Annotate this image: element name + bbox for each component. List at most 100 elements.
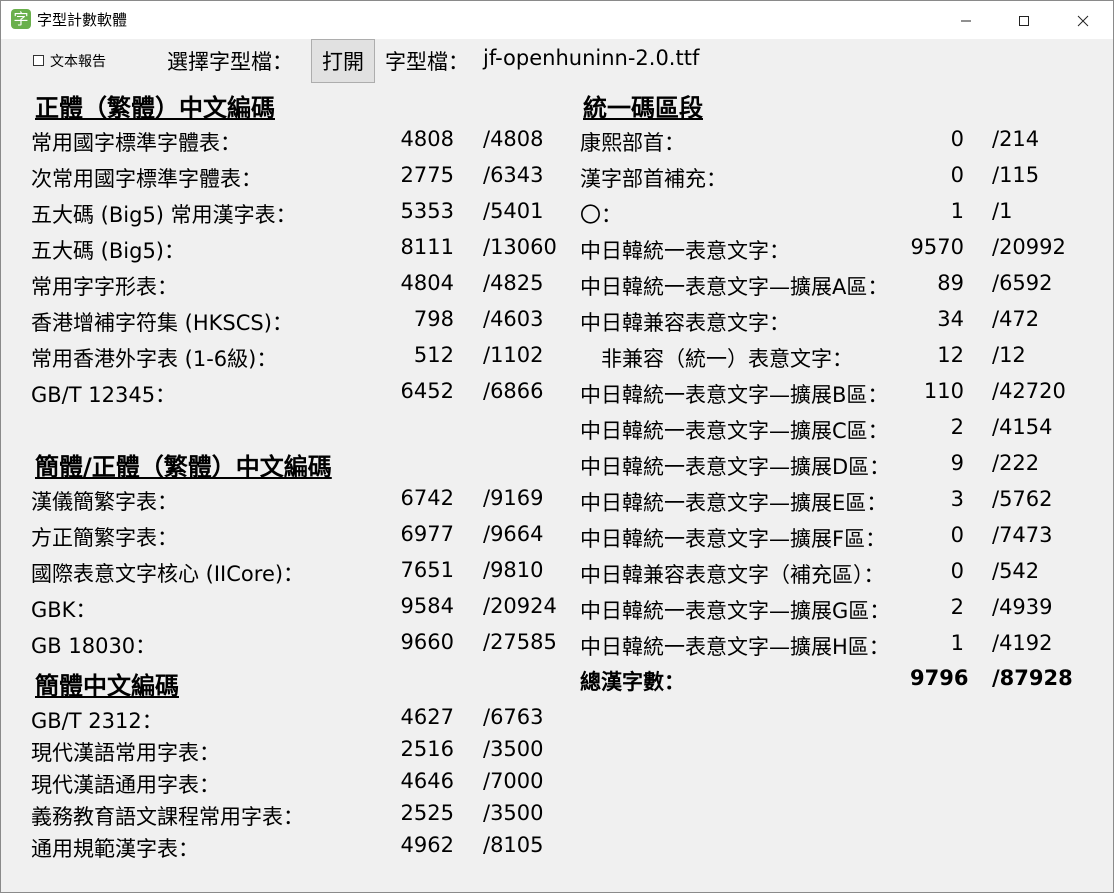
item-count: 34 — [937, 307, 964, 331]
item-count: 0 — [950, 559, 964, 583]
list-item: 香港增補字符集 (HKSCS)： 798/4603 — [31, 307, 571, 337]
item-count: 1 — [950, 199, 964, 223]
item-total: /7473 — [992, 523, 1053, 547]
item-count: 110 — [923, 379, 964, 403]
item-label: 中日韓兼容表意文字（補充區）： — [580, 563, 885, 587]
list-item: 〇： 1/1 — [580, 199, 1114, 229]
item-count: 0 — [950, 127, 964, 151]
item-label: 中日韓統一表意文字—擴展C區： — [580, 419, 889, 443]
item-total: /42720 — [992, 379, 1066, 403]
maximize-icon — [1019, 15, 1029, 26]
list-item: 漢儀簡繁字表： 6742/9169 — [31, 486, 571, 516]
item-total: /12 — [992, 343, 1026, 367]
item-count: 2516 — [400, 737, 454, 761]
list-item: 中日韓統一表意文字—擴展E區： 3/5762 — [580, 487, 1114, 517]
item-label: GB/T 2312： — [31, 709, 163, 733]
minimize-button[interactable] — [943, 1, 989, 39]
list-item: 常用香港外字表 (1-6級)： 512/1102 — [31, 343, 571, 373]
app-window: 字 字型計數軟體 文本報告 選擇字型檔： 打開 字型檔： jf-openhuni… — [0, 0, 1114, 893]
font-file-label: 字型檔： — [385, 50, 469, 74]
item-total: /4808 — [483, 127, 544, 151]
item-label: 常用香港外字表 (1-6級)： — [31, 347, 278, 371]
item-total: /4154 — [992, 415, 1053, 439]
item-total: /8105 — [483, 833, 544, 857]
item-count: 0 — [950, 523, 964, 547]
item-count: 4627 — [400, 705, 454, 729]
item-label: 現代漢語常用字表： — [31, 741, 220, 765]
item-count: 9584 — [400, 594, 454, 618]
open-button[interactable]: 打開 — [311, 39, 375, 83]
list-item: 漢字部首補充： 0/115 — [580, 163, 1114, 193]
item-total: /4939 — [992, 595, 1053, 619]
item-total: /1 — [992, 199, 1013, 223]
item-total: /6592 — [992, 271, 1053, 295]
item-total: /9810 — [483, 558, 544, 582]
item-total: /222 — [992, 451, 1040, 475]
item-label: 中日韓統一表意文字—擴展B區： — [580, 383, 889, 407]
font-file-name: jf-openhuninn-2.0.ttf — [483, 46, 700, 70]
list-item: 中日韓統一表意文字—擴展A區： 89/6592 — [580, 271, 1114, 301]
item-total: /6343 — [483, 163, 544, 187]
summary-row: 總漢字數： 9796 /87928 — [580, 666, 1080, 696]
list-item: GB/T 2312： 4627/6763 — [31, 705, 571, 735]
section-title-simp-trad: 簡體/正體（繁體）中文編碼 — [35, 453, 332, 481]
section-title-traditional: 正體（繁體）中文編碼 — [35, 94, 275, 122]
list-item: 次常用國字標準字體表： 2775/6343 — [31, 163, 571, 193]
item-label: GB/T 12345： — [31, 383, 177, 407]
list-item: 中日韓統一表意文字—擴展H區： 1/4192 — [580, 631, 1114, 661]
item-label: 〇： — [580, 203, 622, 227]
list-item: 五大碼 (Big5)： 8111/13060 — [31, 235, 571, 265]
item-total: /214 — [992, 127, 1040, 151]
item-count: 4962 — [400, 833, 454, 857]
item-count: 8111 — [400, 235, 454, 259]
summary-label: 總漢字數： — [580, 670, 685, 694]
list-item: 非兼容（統一）表意文字： 12/12 — [580, 343, 1114, 373]
item-total: /542 — [992, 559, 1040, 583]
section-title-simplified: 簡體中文編碼 — [35, 672, 179, 700]
item-total: /5401 — [483, 199, 544, 223]
item-count: 798 — [413, 307, 454, 331]
item-total: /7000 — [483, 769, 544, 793]
item-label: 方正簡繁字表： — [31, 526, 178, 550]
summary-total: /87928 — [992, 666, 1073, 690]
item-label: 漢字部首補充： — [580, 167, 727, 191]
item-total: /9664 — [483, 522, 544, 546]
list-item: 中日韓統一表意文字—擴展B區： 110/42720 — [580, 379, 1114, 409]
list-item: 現代漢語常用字表： 2516/3500 — [31, 737, 571, 767]
item-label: 香港增補字符集 (HKSCS)： — [31, 311, 293, 335]
list-item: 常用國字標準字體表： 4808/4808 — [31, 127, 571, 157]
list-item: 義務教育語文課程常用字表： 2525/3500 — [31, 801, 571, 831]
list-item: 現代漢語通用字表： 4646/7000 — [31, 769, 571, 799]
item-total: /9169 — [483, 486, 544, 510]
list-item: 中日韓統一表意文字—擴展F區： 0/7473 — [580, 523, 1114, 553]
list-item: 中日韓統一表意文字—擴展D區： 9/222 — [580, 451, 1114, 481]
list-item: GB 18030： 9660/27585 — [31, 630, 571, 660]
item-label: 義務教育語文課程常用字表： — [31, 805, 304, 829]
item-label: 次常用國字標準字體表： — [31, 167, 262, 191]
item-total: /6763 — [483, 705, 544, 729]
list-item: 中日韓統一表意文字： 9570/20992 — [580, 235, 1114, 265]
list-item: GBK： 9584/20924 — [31, 594, 571, 624]
list-item: 常用字字形表： 4804/4825 — [31, 271, 571, 301]
item-label: 中日韓統一表意文字—擴展G區： — [580, 599, 891, 623]
item-label: 中日韓統一表意文字—擴展E區： — [580, 491, 888, 515]
item-label: 五大碼 (Big5) 常用漢字表： — [31, 203, 297, 227]
report-checkbox-label[interactable]: 文本報告 — [50, 51, 106, 71]
maximize-button[interactable] — [1001, 1, 1047, 39]
item-total: /1102 — [483, 343, 544, 367]
section-title-unicode: 統一碼區段 — [583, 94, 703, 122]
client-area: 文本報告 選擇字型檔： 打開 字型檔： jf-openhuninn-2.0.tt… — [1, 39, 1113, 892]
item-count: 12 — [937, 343, 964, 367]
item-count: 4646 — [400, 769, 454, 793]
item-total: /3500 — [483, 737, 544, 761]
item-total: /4825 — [483, 271, 544, 295]
close-button[interactable] — [1060, 1, 1106, 39]
close-icon — [1077, 15, 1089, 26]
report-checkbox[interactable] — [33, 55, 44, 66]
item-count: 7651 — [400, 558, 454, 582]
item-count: 1 — [950, 631, 964, 655]
window-title: 字型計數軟體 — [37, 11, 128, 29]
item-count: 6452 — [400, 379, 454, 403]
item-total: /13060 — [483, 235, 557, 259]
list-item: 國際表意文字核心 (IICore)： 7651/9810 — [31, 558, 571, 588]
